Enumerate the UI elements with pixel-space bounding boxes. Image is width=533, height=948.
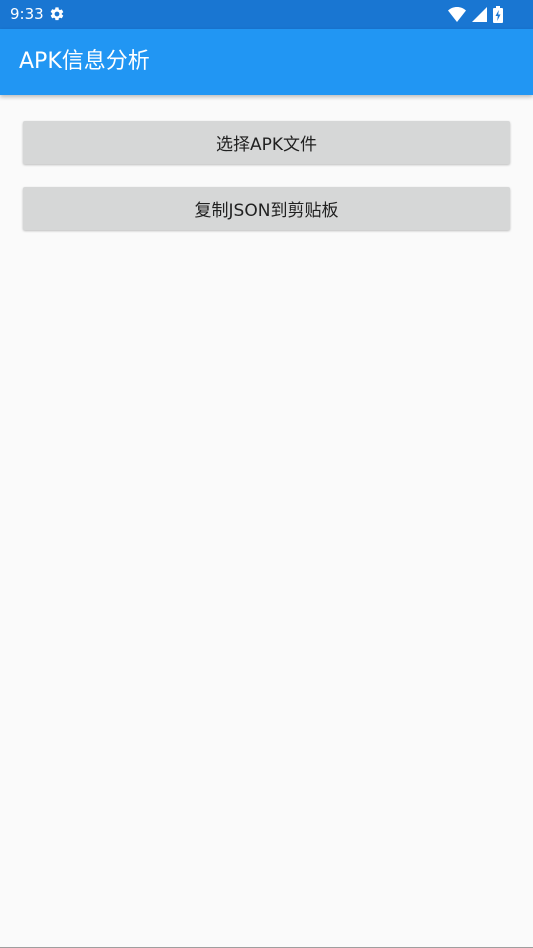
status-time: 9:33 <box>10 5 44 23</box>
settings-gear-icon <box>50 7 64 21</box>
screen: 9:33 APK信息分析 选择APK文件 复制JSON到剪贴板 <box>0 0 533 948</box>
status-bar: 9:33 <box>0 0 533 29</box>
cell-signal-icon <box>472 6 487 22</box>
wifi-icon <box>448 6 466 22</box>
battery-charging-icon <box>493 5 503 23</box>
copy-json-button[interactable]: 复制JSON到剪贴板 <box>23 187 510 230</box>
select-apk-button[interactable]: 选择APK文件 <box>23 121 510 164</box>
page-title: APK信息分析 <box>19 49 150 74</box>
status-icons <box>448 5 503 23</box>
app-bar: APK信息分析 <box>0 29 533 95</box>
